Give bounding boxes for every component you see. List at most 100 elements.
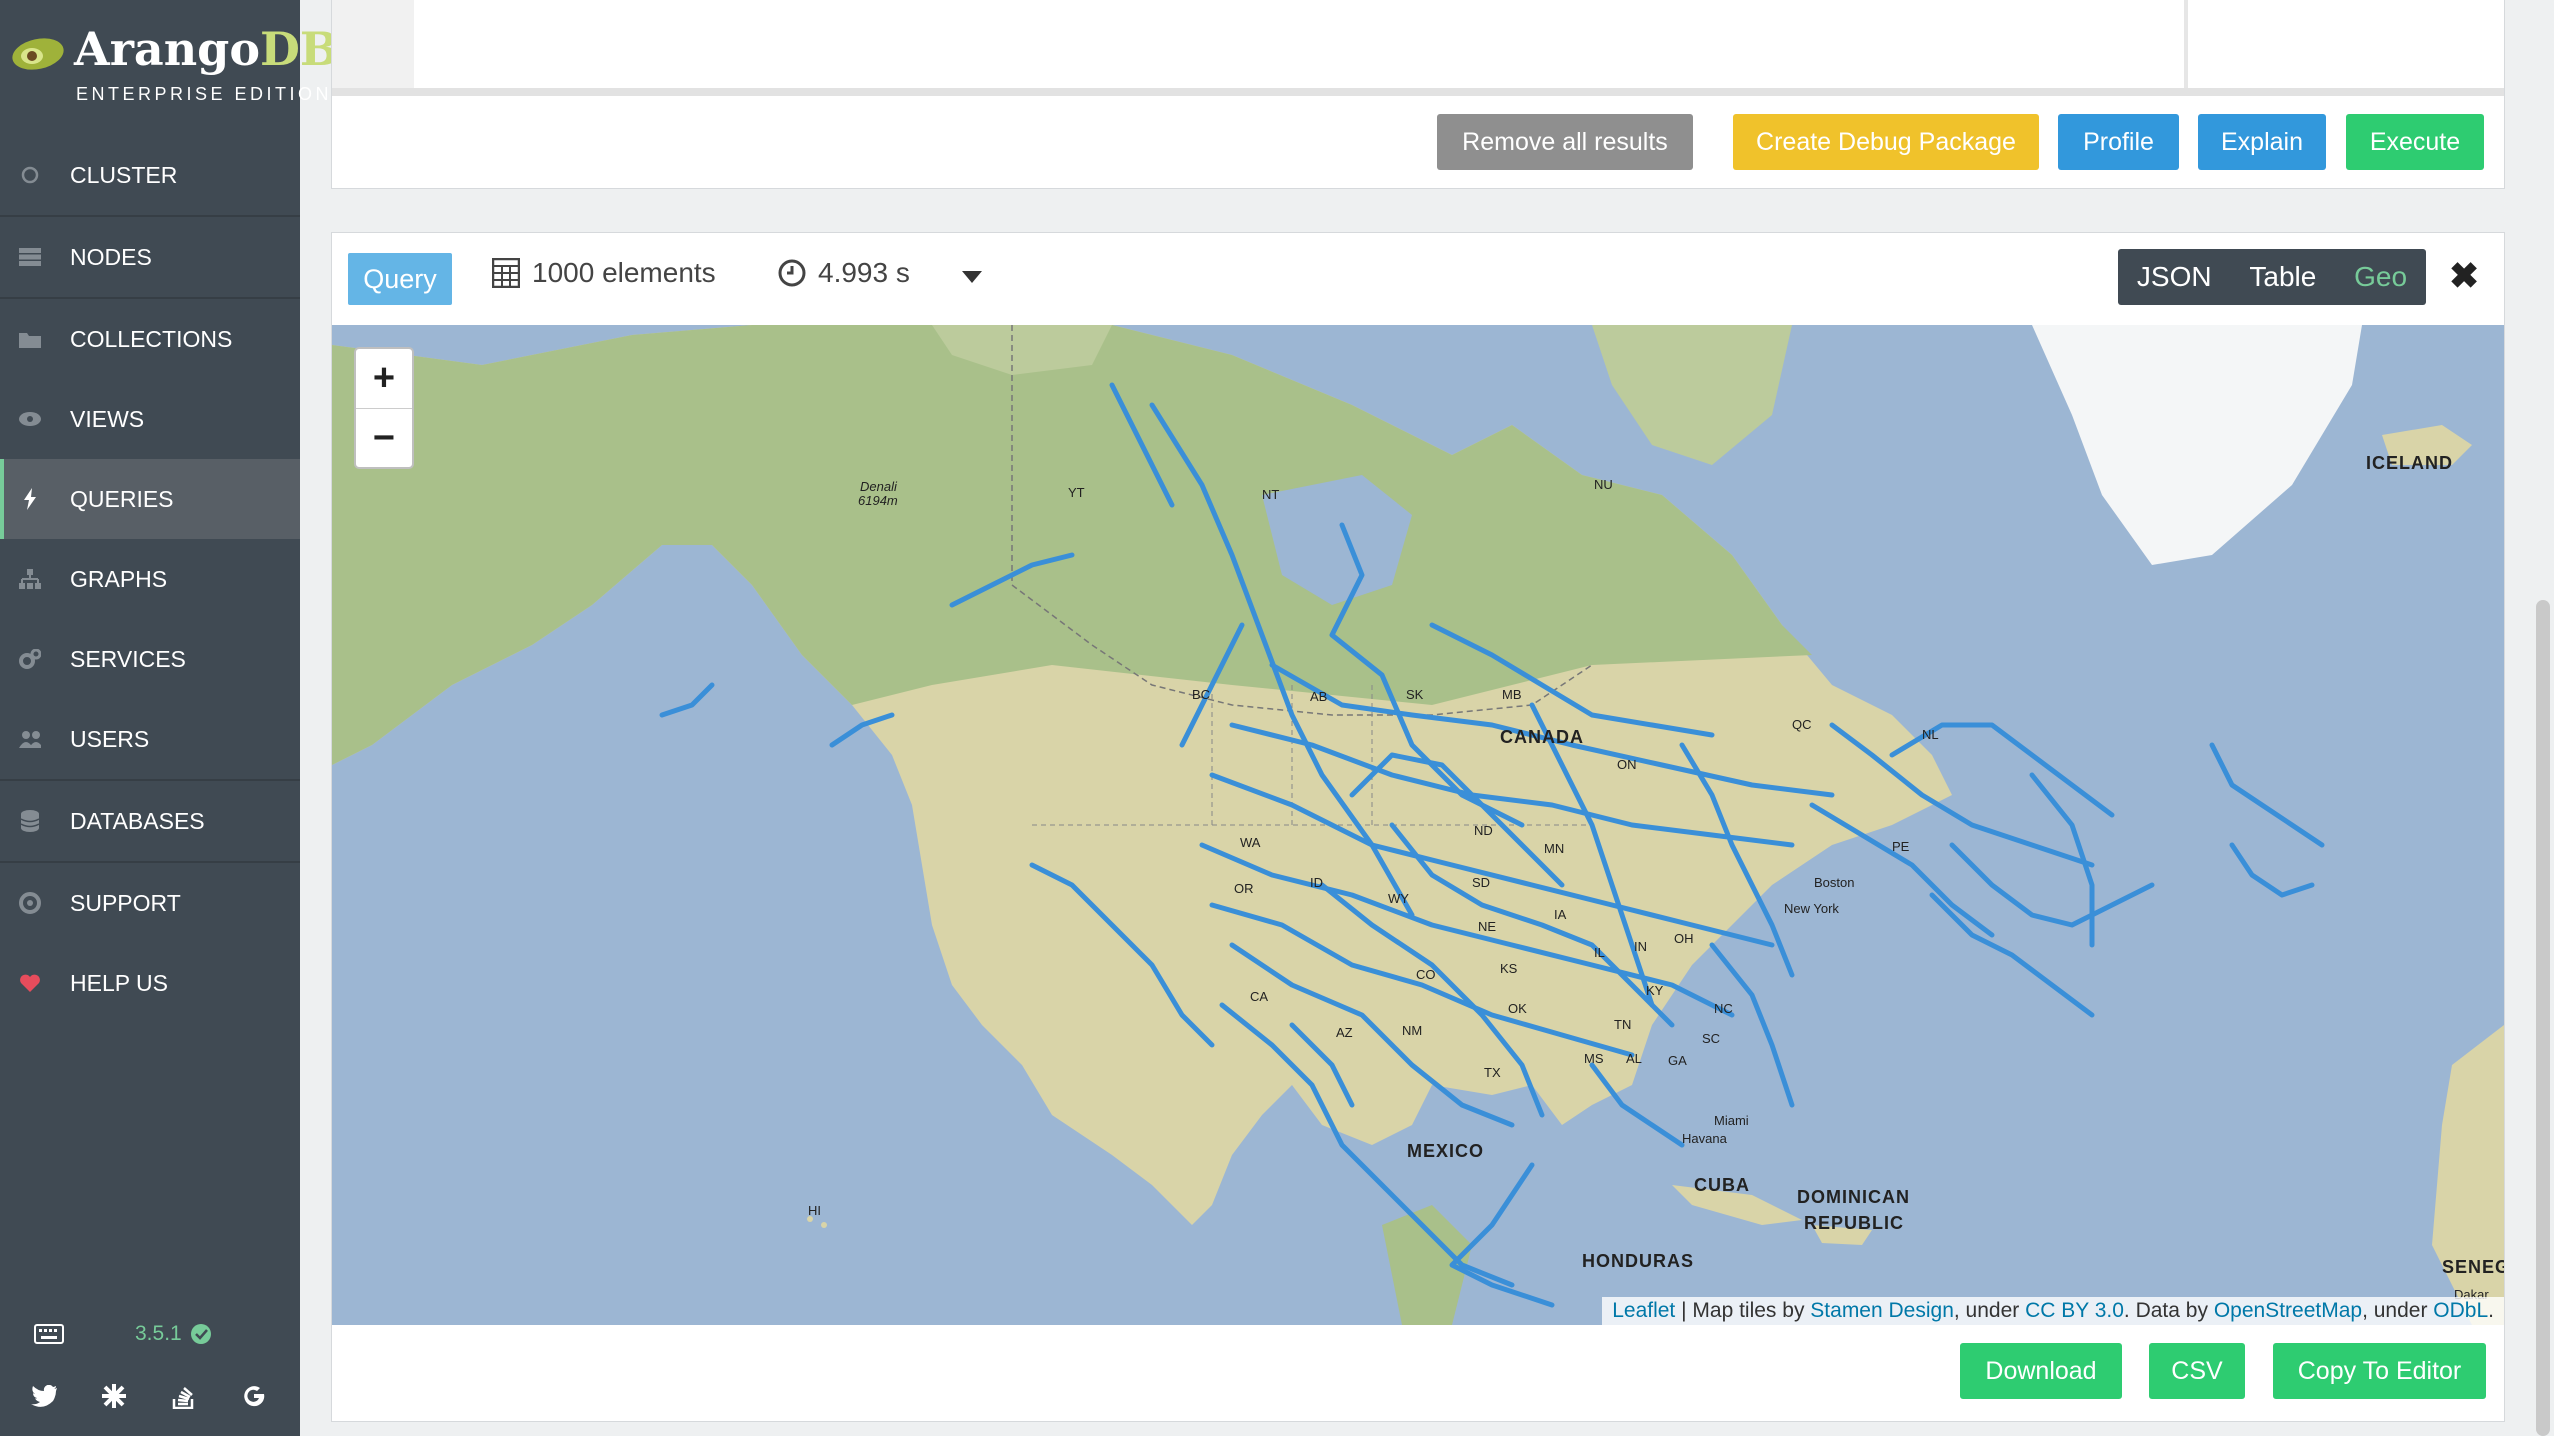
profile-button[interactable]: Profile [2058,114,2179,170]
sidebar-item-services[interactable]: SERVICES [0,619,300,699]
create-debug-package-button[interactable]: Create Debug Package [1733,114,2039,170]
query-tag[interactable]: Query [348,253,452,305]
sidebar-item-users[interactable]: USERS [0,699,300,781]
attribution-text: | Map tiles by [1675,1299,1811,1322]
view-json-button[interactable]: JSON [2125,261,2224,293]
geo-map[interactable]: ICELAND CANADA MEXICO CUBA DOMINICAN REP… [332,325,2504,1325]
execution-time: 4.993 s [818,257,910,288]
view-switcher: JSON Table Geo [2118,249,2426,305]
close-result-icon[interactable]: ✖ [2449,255,2479,297]
sidebar-item-databases[interactable]: DATABASES [0,781,300,863]
sidebar-item-help-us[interactable]: HELP US [0,943,300,1023]
sidebar-item-label: SUPPORT [70,889,181,916]
map-label: Miami [1714,1113,1749,1128]
table-icon [492,258,520,288]
map-attribution: Leaflet | Map tiles by Stamen Design , u… [1602,1297,2504,1325]
map-label: 6194m [858,493,898,508]
zoom-out-button[interactable]: − [356,409,412,468]
leaflet-link[interactable]: Leaflet [1612,1299,1675,1323]
map-label: DOMINICAN [1797,1187,1910,1207]
sidebar-item-label: VIEWS [70,405,145,432]
sidebar-item-support[interactable]: SUPPORT [0,863,300,943]
map-label: CUBA [1694,1175,1750,1195]
explain-button[interactable]: Explain [2198,114,2326,170]
query-editor[interactable] [414,0,2188,88]
sidebar-item-collections[interactable]: COLLECTIONS [0,299,300,379]
remove-all-results-button[interactable]: Remove all results [1437,114,1693,170]
keyboard-icon[interactable] [34,1324,64,1349]
result-header: Query 1000 elements 4.993 s JSON Table G… [332,233,2504,325]
twitter-icon[interactable] [28,1380,60,1412]
execute-button[interactable]: Execute [2346,114,2484,170]
csv-button[interactable]: CSV [2149,1343,2245,1399]
stackoverflow-icon[interactable] [168,1380,200,1412]
element-count: 1000 elements [532,257,716,288]
view-table-button[interactable]: Table [2237,261,2328,293]
sidebar-item-graphs[interactable]: GRAPHS [0,539,300,619]
map-label: MEXICO [1407,1141,1485,1161]
map-label: NT [1262,487,1280,502]
map-label: WY [1388,891,1409,906]
map-label: SC [1702,1031,1721,1046]
map-label: CA [1250,989,1269,1004]
bind-params-editor[interactable] [2189,0,2504,88]
view-geo-button[interactable]: Geo [2342,261,2419,293]
map-label: ID [1310,875,1323,890]
sidebar-item-label: COLLECTIONS [70,325,233,352]
sidebar-item-nodes[interactable]: NODES [0,217,300,299]
map-label: ON [1617,757,1637,772]
map-label: NL [1922,727,1939,742]
map-label: PE [1892,839,1910,854]
sidebar-item-views[interactable]: VIEWS [0,379,300,459]
logo[interactable]: ArangoDB ENTERPRISE EDITION [0,0,339,140]
attribution-text: . Data by [2123,1299,2214,1322]
brand-edition: ENTERPRISE EDITION [76,84,333,104]
copy-to-editor-button[interactable]: Copy To Editor [2273,1343,2486,1399]
map-label: AZ [1336,1025,1353,1040]
caret-down-icon[interactable] [962,271,982,283]
google-icon[interactable] [238,1380,270,1412]
life-ring-icon [19,892,41,914]
version-badge: 3.5.1 [135,1322,212,1346]
cc-by-link[interactable]: CC BY 3.0 [2025,1299,2124,1323]
heart-icon [19,972,41,994]
brand-name: ArangoDB [74,22,339,76]
bolt-icon [19,488,41,510]
attribution-text: . [2488,1299,2494,1322]
openstreetmap-link[interactable]: OpenStreetMap [2214,1299,2362,1323]
map-label: SD [1472,875,1491,890]
query-result-panel: Query 1000 elements 4.993 s JSON Table G… [331,232,2505,1422]
zoom-control: + − [354,347,414,469]
download-button[interactable]: Download [1960,1343,2122,1399]
result-time: 4.993 s [778,257,910,289]
map-label: SENEG [2442,1257,2504,1277]
map-label: OH [1674,931,1694,946]
social-links [0,1380,300,1420]
map-label: New York [1784,901,1839,916]
sidebar-item-cluster[interactable]: CLUSTER [0,135,300,217]
map-label: YT [1068,485,1085,500]
map-label: HI [808,1203,821,1218]
sidebar-nav: CLUSTER NODES COLLECTIONS VIEWS QUERIES … [0,135,300,1023]
sidebar-item-queries[interactable]: QUERIES [0,459,300,539]
map-label: IL [1594,945,1605,960]
result-footer: Download CSV Copy To Editor [332,1325,2504,1421]
map-label: ICELAND [2366,453,2453,473]
map-label: IN [1634,939,1647,954]
map-label: CANADA [1500,727,1584,747]
eye-icon [19,408,41,430]
map-label: NU [1594,477,1613,492]
zoom-in-button[interactable]: + [356,349,412,409]
folder-icon [19,328,41,350]
sidebar-item-label: QUERIES [70,485,174,512]
sidebar-item-label: CLUSTER [70,161,178,188]
page-scrollbar[interactable] [2536,600,2550,1436]
sitemap-icon [19,568,41,590]
slack-icon[interactable] [98,1380,130,1412]
map-label: Boston [1814,875,1855,890]
stamen-link[interactable]: Stamen Design [1810,1299,1954,1323]
server-icon [19,246,41,268]
editor-divider[interactable] [332,88,2504,96]
odbl-link[interactable]: ODbL [2433,1299,2488,1323]
map-label: KS [1500,961,1518,976]
